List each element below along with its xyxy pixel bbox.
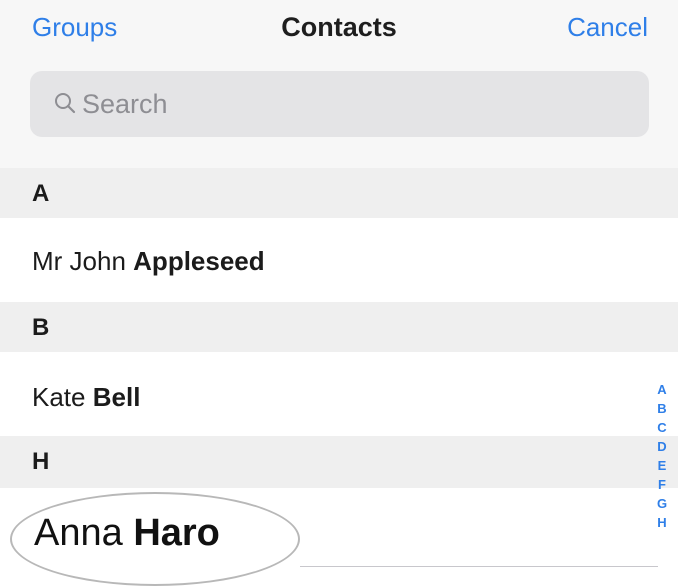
search-bar[interactable] — [30, 71, 649, 137]
section-index[interactable]: A B C D E F G H — [652, 380, 672, 532]
index-letter-a[interactable]: A — [652, 380, 672, 399]
section-letter: A — [32, 180, 50, 207]
contact-row-john-appleseed[interactable]: Mr John Appleseed — [0, 218, 678, 302]
section-letter: H — [32, 448, 50, 475]
contact-first-name: Kate — [32, 382, 86, 412]
contact-name: Mr John Appleseed — [32, 246, 265, 277]
section-header-h: H — [0, 436, 678, 488]
section-header-a: A — [0, 168, 678, 218]
section-letter: B — [32, 314, 50, 341]
index-letter-f[interactable]: F — [652, 475, 672, 494]
contact-last-name: Bell — [92, 382, 141, 412]
row-divider — [300, 566, 658, 567]
index-letter-d[interactable]: D — [652, 437, 672, 456]
cancel-button[interactable]: Cancel — [567, 12, 648, 43]
search-input[interactable] — [82, 83, 622, 125]
search-area — [0, 58, 678, 168]
contact-name-highlighted: Anna Haro — [34, 512, 220, 555]
contact-name: Kate Bell — [32, 382, 140, 413]
search-icon — [55, 93, 76, 114]
contact-last-name: Haro — [133, 512, 220, 554]
section-header-b: B — [0, 302, 678, 352]
index-letter-h[interactable]: H — [652, 513, 672, 532]
contact-first-name: Mr John — [32, 246, 126, 276]
index-letter-g[interactable]: G — [652, 494, 672, 513]
contact-first-name: Anna — [34, 512, 123, 554]
index-letter-b[interactable]: B — [652, 399, 672, 418]
contact-row-kate-bell[interactable]: Kate Bell — [0, 352, 678, 436]
index-letter-e[interactable]: E — [652, 456, 672, 475]
contact-last-name: Appleseed — [133, 246, 265, 276]
index-letter-c[interactable]: C — [652, 418, 672, 437]
navigation-bar: Groups Contacts Cancel — [0, 0, 678, 58]
